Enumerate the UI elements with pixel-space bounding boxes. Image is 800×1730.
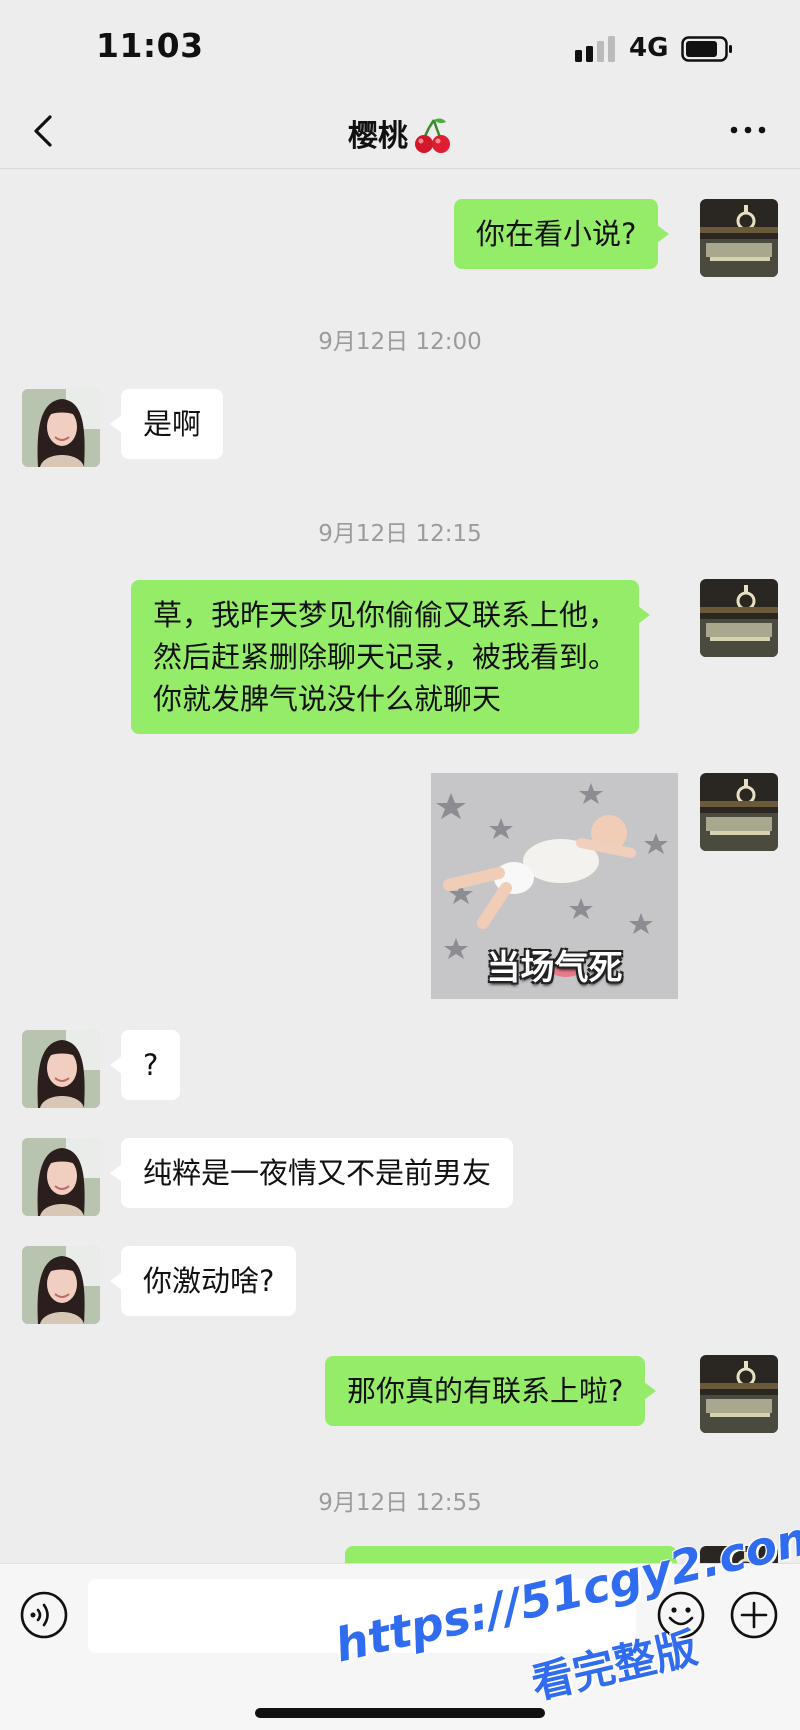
message-text-line: 然后赶紧删除聊天记录，被我看到。 xyxy=(153,640,618,674)
sticker-image[interactable]: 当场气死 xyxy=(431,773,678,999)
timestamp: 9月12日 12:15 xyxy=(318,521,482,547)
my-avatar[interactable] xyxy=(700,1355,778,1433)
contact-avatar[interactable] xyxy=(22,1138,100,1216)
chat-title: 樱桃 xyxy=(0,111,800,155)
timestamp: 9月12日 12:55 xyxy=(318,1490,482,1516)
message-text: 纯粹是一夜情又不是前男友 xyxy=(143,1156,492,1190)
plus-icon[interactable] xyxy=(729,1590,779,1640)
message-bubble-me[interactable]: 你在看小说? xyxy=(454,199,670,269)
contact-avatar[interactable] xyxy=(22,389,100,467)
message-text: 你在看小说? xyxy=(476,217,637,251)
status-time: 11:03 xyxy=(96,26,204,65)
message-bubble-me[interactable]: 那你真的有联系上啦? xyxy=(325,1356,657,1426)
message-bubble-her[interactable]: 纯粹是一夜情又不是前男友 xyxy=(109,1138,514,1208)
network-label: 4G xyxy=(629,33,669,63)
cherry-emoji-icon xyxy=(415,118,450,153)
timestamp: 9月12日 12:00 xyxy=(318,329,482,355)
my-avatar[interactable] xyxy=(700,773,778,851)
message-bubble-her[interactable]: 你激动啥? xyxy=(109,1246,297,1316)
message-text: 那你真的有联系上啦? xyxy=(347,1374,624,1408)
message-bubble-her[interactable]: ? xyxy=(109,1030,181,1100)
message-bubble-me[interactable]: 草，我昨天梦见你偷偷又联系上他， 然后赶紧删除聊天记录，被我看到。 你就发脾气说… xyxy=(131,580,651,734)
status-bar: 11:03 4G xyxy=(0,0,800,95)
message-bubble-her[interactable]: 是啊 xyxy=(109,389,224,459)
my-avatar[interactable] xyxy=(700,579,778,657)
battery-icon xyxy=(681,36,732,62)
chat-header: 樱桃 xyxy=(0,95,800,169)
message-text: 是啊 xyxy=(143,407,202,441)
message-text: 你激动啥? xyxy=(143,1264,275,1298)
message-text: ? xyxy=(143,1048,159,1082)
message-text-line: 草，我昨天梦见你偷偷又联系上他， xyxy=(153,598,618,632)
voice-icon[interactable] xyxy=(19,1590,69,1640)
signal-icon xyxy=(575,36,615,62)
message-text-line: 你就发脾气说没什么就聊天 xyxy=(153,682,502,716)
sticker-caption: 当场气死 xyxy=(486,948,623,988)
contact-avatar[interactable] xyxy=(22,1030,100,1108)
contact-name: 樱桃 xyxy=(348,119,408,154)
contact-avatar[interactable] xyxy=(22,1246,100,1324)
home-indicator[interactable] xyxy=(255,1708,545,1718)
more-dots-icon[interactable] xyxy=(726,115,770,145)
my-avatar[interactable] xyxy=(700,199,778,277)
